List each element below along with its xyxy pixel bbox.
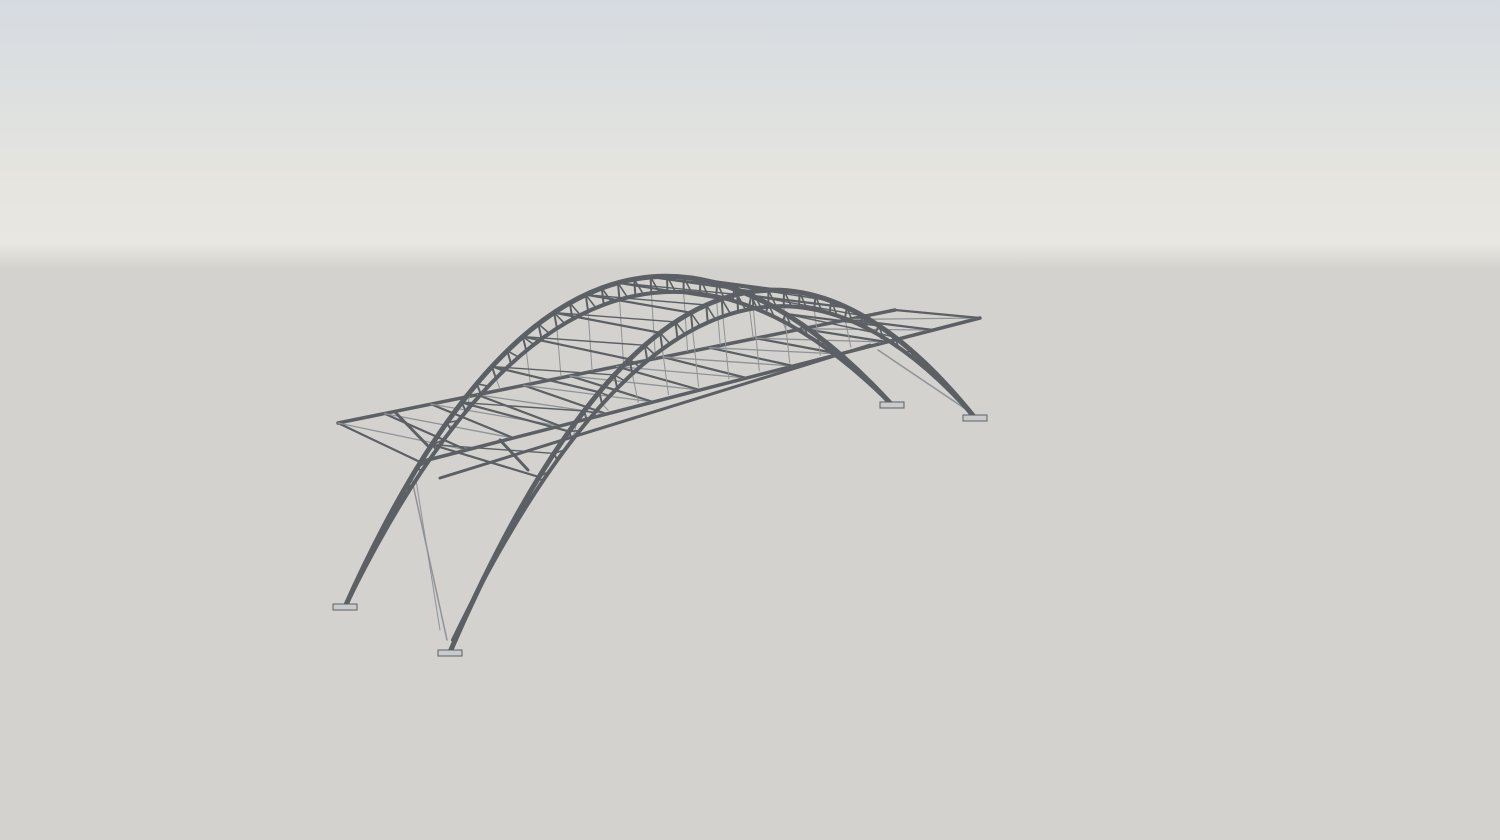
scene-canvas[interactable]: [0, 0, 1500, 840]
back-arch-web-vertical: [715, 282, 719, 298]
front-arch-web-diagonal: [568, 429, 581, 433]
base-plate: [437, 649, 463, 657]
base-plate: [332, 603, 358, 611]
3d-viewport[interactable]: [0, 0, 1500, 840]
front-arch-web-vertical: [813, 294, 817, 311]
environment-background: [0, 0, 1500, 840]
base-plate: [962, 414, 988, 422]
base-plate: [879, 401, 905, 409]
front-arch-web-vertical: [797, 291, 801, 309]
